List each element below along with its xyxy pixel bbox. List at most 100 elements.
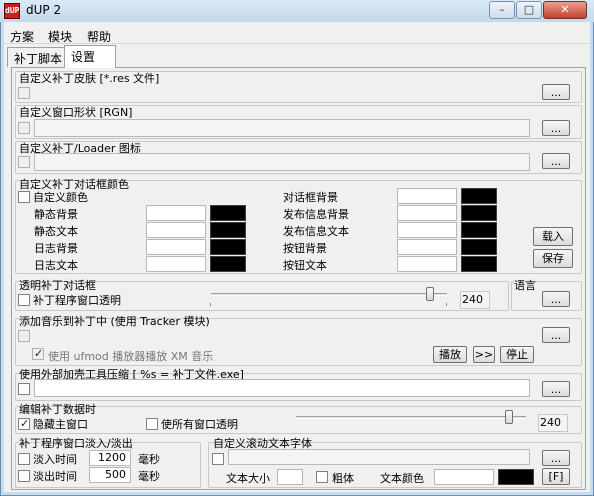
transparency-slider-track[interactable] xyxy=(211,293,447,296)
skin-browse-button[interactable]: ... xyxy=(542,84,570,100)
fade-out-label: 淡出时间 xyxy=(33,470,77,483)
fade-in-label: 淡入时间 xyxy=(33,453,77,466)
info-text-input[interactable] xyxy=(397,222,457,238)
language-browse-button[interactable]: ... xyxy=(542,291,570,307)
button-bg-input[interactable] xyxy=(397,239,457,255)
button-text-input[interactable] xyxy=(397,256,457,272)
static-text-input[interactable] xyxy=(146,222,206,238)
language-label: 语言 xyxy=(514,279,536,292)
edit-group xyxy=(15,406,582,434)
fade-in-input[interactable]: 1200 xyxy=(89,450,131,466)
text-color-label: 文本颜色 xyxy=(380,472,424,485)
music-browse-button[interactable]: ... xyxy=(542,327,570,343)
fade-in-checkbox[interactable] xyxy=(18,453,30,465)
shape-checkbox[interactable] xyxy=(18,122,30,134)
edit-slider-track[interactable] xyxy=(296,416,526,419)
button-bg-label: 按钮背景 xyxy=(283,242,327,255)
slider-tick xyxy=(446,303,447,306)
loader-icon-path-input[interactable] xyxy=(34,153,530,171)
button-text-swatch[interactable] xyxy=(461,256,497,272)
log-bg-swatch[interactable] xyxy=(210,239,246,255)
window-title: dUP 2 xyxy=(26,3,62,17)
play-button[interactable]: 播放 xyxy=(433,346,467,363)
info-text-label: 发布信息文本 xyxy=(283,225,349,238)
close-button[interactable]: ✕ xyxy=(543,1,587,19)
menu-module[interactable]: 模块 xyxy=(48,28,72,45)
log-bg-input[interactable] xyxy=(146,239,206,255)
text-color-swatch[interactable] xyxy=(498,469,534,485)
button-text-label: 按钮文本 xyxy=(283,259,327,272)
window-transparent-checkbox[interactable] xyxy=(18,294,30,306)
maximize-button[interactable]: □ xyxy=(516,1,542,19)
ufmod-checkbox[interactable] xyxy=(32,347,44,360)
menu-scheme[interactable]: 方案 xyxy=(10,28,34,45)
tab-patch-script[interactable]: 补丁脚本 xyxy=(7,47,70,67)
static-bg-label: 静态背景 xyxy=(34,208,78,221)
loader-icon-browse-button[interactable]: ... xyxy=(542,153,570,169)
dialog-bg-input[interactable] xyxy=(397,188,457,204)
transparency-slider-thumb[interactable] xyxy=(425,287,434,301)
log-bg-label: 日志背景 xyxy=(34,242,78,255)
shape-label: 自定义窗口形状 [RGN] xyxy=(19,106,133,119)
music-checkbox[interactable] xyxy=(18,330,30,342)
button-bg-swatch[interactable] xyxy=(461,239,497,255)
tab-settings[interactable]: 设置 xyxy=(64,45,116,68)
text-size-label: 文本大小 xyxy=(226,472,270,485)
fade-out-unit: 毫秒 xyxy=(138,470,160,483)
info-bg-swatch[interactable] xyxy=(461,205,497,221)
skin-label: 自定义补丁皮肤 [*.res 文件] xyxy=(19,72,160,85)
font-button[interactable]: [F] xyxy=(542,468,570,485)
music-label: 添加音乐到补丁中 (使用 Tracker 模块) xyxy=(19,315,210,328)
ufmod-label: 使用 ufmod 播放器播放 XM 音乐 xyxy=(48,350,214,363)
bold-checkbox[interactable] xyxy=(316,471,328,483)
packer-browse-button[interactable]: ... xyxy=(542,381,570,397)
fade-out-input[interactable]: 500 xyxy=(89,467,131,483)
text-size-input[interactable] xyxy=(277,469,303,485)
minimize-button[interactable]: – xyxy=(489,1,515,19)
info-bg-label: 发布信息背景 xyxy=(283,208,349,221)
edit-transparency-value: 240 xyxy=(538,414,568,432)
shape-path-input[interactable] xyxy=(34,119,530,137)
menu-help[interactable]: 帮助 xyxy=(87,28,111,45)
load-colors-button[interactable]: 载入 xyxy=(533,227,573,246)
custom-color-label: 自定义颜色 xyxy=(33,191,88,204)
shape-browse-button[interactable]: ... xyxy=(542,120,570,136)
scroll-font-checkbox[interactable] xyxy=(212,453,224,465)
log-text-input[interactable] xyxy=(146,256,206,272)
dialog-bg-label: 对话框背景 xyxy=(283,191,338,204)
app-icon: dUP xyxy=(4,3,20,19)
slider-tick xyxy=(210,303,211,306)
fade-label: 补丁程序窗口淡入/淡出 xyxy=(19,437,133,450)
hide-main-checkbox[interactable] xyxy=(18,417,30,430)
all-transparent-label: 使所有窗口透明 xyxy=(161,418,238,431)
save-colors-button[interactable]: 保存 xyxy=(533,249,573,268)
edit-slider-thumb[interactable] xyxy=(504,410,513,424)
bold-label: 粗体 xyxy=(332,472,354,485)
static-text-swatch[interactable] xyxy=(210,222,246,238)
packer-command-input[interactable] xyxy=(34,379,530,397)
static-bg-input[interactable] xyxy=(146,205,206,221)
loader-icon-checkbox[interactable] xyxy=(18,156,30,168)
fade-in-unit: 毫秒 xyxy=(138,453,160,466)
dialog-bg-swatch[interactable] xyxy=(461,188,497,204)
log-text-swatch[interactable] xyxy=(210,256,246,272)
stop-button[interactable]: 停止 xyxy=(500,346,534,363)
window-transparent-label: 补丁程序窗口透明 xyxy=(33,294,121,307)
text-color-input[interactable] xyxy=(434,469,494,485)
info-text-swatch[interactable] xyxy=(461,222,497,238)
static-bg-swatch[interactable] xyxy=(210,205,246,221)
scroll-font-input[interactable] xyxy=(228,449,530,465)
packer-checkbox[interactable] xyxy=(18,383,30,395)
info-bg-input[interactable] xyxy=(397,205,457,221)
scroll-font-browse-button[interactable]: ... xyxy=(542,450,570,466)
edit-label: 编辑补丁数据时 xyxy=(19,403,96,416)
skin-checkbox[interactable] xyxy=(18,87,30,99)
next-button[interactable]: >> xyxy=(473,346,495,363)
hide-main-label: 隐藏主窗口 xyxy=(33,418,88,431)
transparency-value: 240 xyxy=(460,291,490,309)
transparent-label: 透明补丁对话框 xyxy=(19,279,96,292)
custom-color-checkbox[interactable] xyxy=(18,191,30,203)
fade-out-checkbox[interactable] xyxy=(18,470,30,482)
static-text-label: 静态文本 xyxy=(34,225,78,238)
all-transparent-checkbox[interactable] xyxy=(146,418,158,430)
